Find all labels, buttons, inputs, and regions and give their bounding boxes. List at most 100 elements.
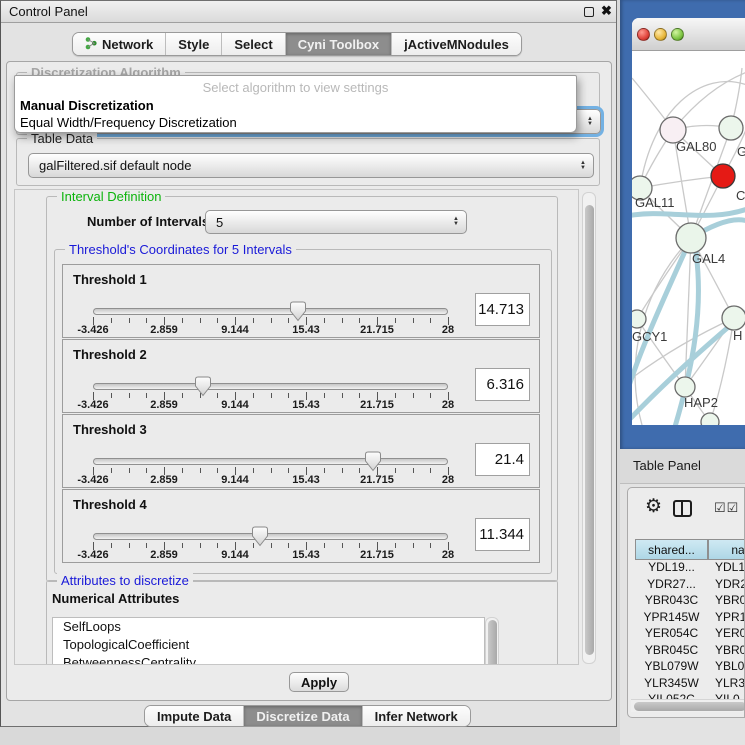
tab-cyni-toolbox[interactable]: Cyni Toolbox bbox=[285, 33, 391, 55]
tab-jactivemnodules[interactable]: jActiveMNodules bbox=[391, 33, 521, 55]
threshold-value-field[interactable]: 21.4 bbox=[475, 443, 530, 476]
table-row[interactable]: YLR345W YLR3 bbox=[635, 676, 745, 693]
cell-shared-name[interactable]: YBL079W bbox=[635, 659, 708, 673]
numerical-attributes-list[interactable]: SelfLoopsTopologicalCoefficientBetweenne… bbox=[52, 617, 485, 665]
zoom-traffic-light[interactable] bbox=[671, 28, 684, 41]
threshold-slider-thumb[interactable] bbox=[289, 301, 307, 322]
cell-shared-name[interactable]: YPR145W bbox=[635, 610, 708, 624]
checkbox-icons[interactable]: ☑☑ bbox=[714, 500, 739, 516]
table-horizontal-scrollbar[interactable] bbox=[631, 699, 745, 712]
attribute-list-item[interactable]: SelfLoops bbox=[53, 618, 484, 636]
table-row[interactable]: YPR145W YPR1 bbox=[635, 610, 745, 627]
apply-button[interactable]: Apply bbox=[289, 672, 349, 692]
network-node-H[interactable] bbox=[722, 306, 745, 330]
tab-network[interactable]: Network bbox=[73, 33, 165, 55]
tick-mark bbox=[413, 543, 414, 548]
network-node-node[interactable] bbox=[701, 413, 719, 425]
control-panel-titlebar[interactable]: Control Panel ✖ bbox=[1, 1, 616, 23]
cell-name[interactable]: YBR0 bbox=[715, 643, 745, 657]
tab-impute-data[interactable]: Impute Data bbox=[145, 706, 243, 726]
tab-label: Select bbox=[234, 37, 272, 52]
table-panel-titlebar[interactable]: Table Panel bbox=[620, 449, 745, 484]
threshold-slider-track[interactable] bbox=[93, 533, 448, 540]
network-graph[interactable]: GAL80GACGAL11GAL4GCY1HHAP2 bbox=[632, 51, 745, 425]
table-row[interactable]: YDR27... YDR2 bbox=[635, 577, 745, 594]
attribute-list-item[interactable]: TopologicalCoefficient bbox=[53, 636, 484, 654]
cell-name[interactable]: YIL0 bbox=[715, 692, 740, 699]
scale-label: 28 bbox=[442, 399, 454, 411]
threshold-value-field[interactable]: 11.344 bbox=[475, 518, 530, 551]
table-row[interactable]: YER054C YER0 bbox=[635, 626, 745, 643]
scale-label: 2.859 bbox=[150, 324, 178, 336]
close-icon[interactable]: ✖ bbox=[601, 3, 612, 19]
tab-infer-network[interactable]: Infer Network bbox=[362, 706, 470, 726]
gear-icon[interactable]: ⚙ bbox=[645, 495, 662, 518]
network-node-GA[interactable] bbox=[719, 116, 743, 140]
threshold-slider-track[interactable] bbox=[93, 383, 448, 390]
table-row[interactable]: YIL052C YIL0 bbox=[635, 692, 745, 699]
network-window-titlebar[interactable] bbox=[632, 18, 745, 51]
cell-shared-name[interactable]: YDR27... bbox=[635, 577, 708, 591]
tab-discretize-data[interactable]: Discretize Data bbox=[243, 706, 361, 726]
network-canvas[interactable]: GAL80GACGAL11GAL4GCY1HHAP2 bbox=[632, 51, 745, 425]
threshold-slider-track[interactable] bbox=[93, 308, 448, 315]
cell-shared-name[interactable]: YBR043C bbox=[635, 593, 708, 607]
column-header-shared-name[interactable]: shared... bbox=[635, 539, 708, 560]
cell-name[interactable]: YDR2 bbox=[715, 577, 745, 591]
cell-shared-name[interactable]: YIL052C bbox=[635, 692, 708, 699]
network-node-GAL4[interactable] bbox=[676, 223, 706, 253]
scale-label: 9.144 bbox=[221, 549, 249, 561]
cell-name[interactable]: YLR3 bbox=[715, 676, 745, 690]
threshold-slider-thumb[interactable] bbox=[364, 451, 382, 472]
cell-shared-name[interactable]: YLR345W bbox=[635, 676, 708, 690]
tick-mark bbox=[253, 468, 254, 473]
tick-mark bbox=[395, 468, 396, 473]
threshold-value-field[interactable]: 6.316 bbox=[475, 368, 530, 401]
table-row[interactable]: YBL079W YBL0 bbox=[635, 659, 745, 676]
tick-mark bbox=[342, 318, 343, 323]
window-title: Control Panel bbox=[9, 4, 88, 19]
threshold-slider-track[interactable] bbox=[93, 458, 448, 465]
network-node-label: GAL11 bbox=[635, 195, 675, 210]
network-node-GCY1[interactable] bbox=[632, 310, 646, 328]
float-window-icon[interactable] bbox=[584, 7, 594, 17]
control-panel-window: Control Panel ✖ Network Style Select Cyn… bbox=[0, 0, 617, 727]
settings-scrollbar[interactable] bbox=[582, 192, 596, 664]
number-of-intervals-select[interactable]: 5 ▲▼ bbox=[205, 210, 467, 234]
tick-mark bbox=[430, 468, 431, 473]
threshold-value-field[interactable]: 14.713 bbox=[475, 293, 530, 326]
network-node-HAP2[interactable] bbox=[675, 377, 695, 397]
column-header-name[interactable]: na bbox=[708, 539, 745, 560]
scale-label: 28 bbox=[442, 324, 454, 336]
tick-mark bbox=[111, 543, 112, 548]
attributes-list-scrollbar[interactable] bbox=[485, 617, 499, 665]
minimize-traffic-light[interactable] bbox=[654, 28, 667, 41]
table-row[interactable]: YBR045C YBR0 bbox=[635, 643, 745, 660]
tab-style[interactable]: Style bbox=[165, 33, 221, 55]
threshold-panel-3: Threshold 3 -3.4262.8599.14415.4321.7152… bbox=[62, 414, 540, 488]
cell-name[interactable]: YPR1 bbox=[715, 610, 745, 624]
tick-mark bbox=[129, 468, 130, 473]
dropdown-option-equal-width-frequency[interactable]: Equal Width/Frequency Discretization bbox=[20, 115, 237, 130]
dropdown-option-manual-discretization[interactable]: Manual Discretization bbox=[20, 98, 154, 113]
cell-name[interactable]: YER0 bbox=[715, 626, 745, 640]
cell-shared-name[interactable]: YDL19... bbox=[635, 560, 708, 574]
network-edge[interactable] bbox=[632, 318, 734, 381]
threshold-slider-thumb[interactable] bbox=[194, 376, 212, 397]
close-traffic-light[interactable] bbox=[637, 28, 650, 41]
cell-shared-name[interactable]: YBR045C bbox=[635, 643, 708, 657]
table-row[interactable]: YDL19... YDL1 bbox=[635, 560, 745, 577]
threshold-slider-thumb[interactable] bbox=[251, 526, 269, 547]
table-data-select[interactable]: galFiltered.sif default node ▲▼ bbox=[28, 153, 594, 178]
cell-name[interactable]: YBL0 bbox=[715, 659, 744, 673]
tick-mark bbox=[271, 543, 272, 548]
cell-name[interactable]: YBR0 bbox=[715, 593, 745, 607]
column-view-icon[interactable] bbox=[673, 500, 692, 517]
table-row[interactable]: YBR043C YBR0 bbox=[635, 593, 745, 610]
attribute-list-item[interactable]: BetweennessCentrality bbox=[53, 654, 484, 665]
network-node-C[interactable] bbox=[711, 164, 735, 188]
cell-shared-name[interactable]: YER054C bbox=[635, 626, 708, 640]
cell-name[interactable]: YDL1 bbox=[715, 560, 745, 574]
group-title: Interval Definition bbox=[57, 189, 165, 204]
tab-select[interactable]: Select bbox=[221, 33, 284, 55]
